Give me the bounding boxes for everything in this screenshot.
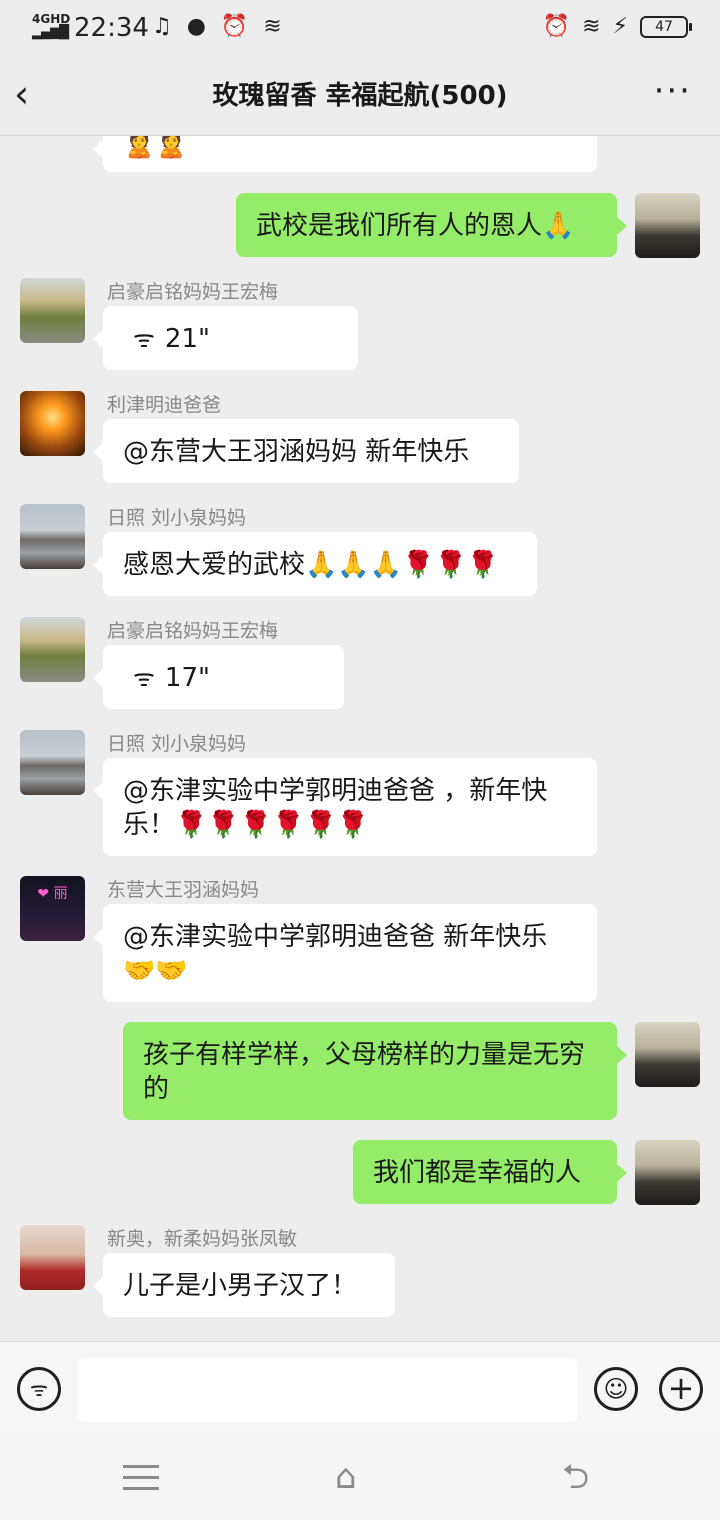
emoji-button[interactable]: ☺	[594, 1367, 638, 1411]
battery-icon: 47	[640, 16, 692, 38]
avatar[interactable]	[635, 193, 700, 258]
sender-name: 新奥，新柔妈妈张凤敏	[107, 1228, 298, 1250]
voice-wave-icon: ᯤ	[133, 325, 155, 353]
sender-name: 日照 刘小泉妈妈	[107, 507, 247, 529]
voice-toggle-icon: ᯤ	[29, 1377, 49, 1401]
voice-duration: 17"	[164, 663, 210, 693]
notification-icons: ♫ ● ⏰ ≋	[152, 14, 286, 39]
sender-name: 启豪启铭妈妈王宏梅	[107, 281, 279, 303]
charging-icon: ⚡	[612, 14, 628, 39]
status-bar: 4GHD ▂▄▆█ 22:34 ♫ ● ⏰ ≋ ⏰ ≋ ⚡ 47	[0, 0, 720, 56]
message-bubble[interactable]: 我们都是幸福的人	[353, 1140, 627, 1204]
input-bar: ᯤ ☺ +	[0, 1341, 720, 1437]
message-bubble[interactable]: 🙎🙎	[93, 136, 597, 172]
message-bubble[interactable]: @东营大王羽涵妈妈 新年快乐	[93, 419, 519, 483]
emoji-icon: ☺	[603, 1375, 629, 1403]
chat-header: ‹ 玫瑰留香 幸福起航(500) ···	[0, 56, 720, 136]
message-list[interactable]: 🙎🙎 武校是我们所有人的恩人🙏 启豪启铭妈妈王宏梅 ᯤ 21" 利津明迪爸爸 @东…	[0, 136, 720, 1341]
avatar[interactable]: ❤ 丽	[20, 876, 85, 941]
message-text: 武校是我们所有人的恩人🙏	[256, 211, 575, 241]
home-icon[interactable]: ⌂	[335, 1459, 357, 1495]
sender-name: 利津明迪爸爸	[107, 394, 222, 416]
message-text: @东营大王羽涵妈妈 新年快乐	[123, 437, 470, 467]
plus-icon: +	[667, 1369, 695, 1407]
avatar[interactable]	[20, 1225, 85, 1290]
avatar[interactable]	[20, 504, 85, 569]
plus-button[interactable]: +	[659, 1367, 703, 1411]
voice-wave-icon: ᯤ	[133, 664, 155, 692]
alarm-icon: ⏰	[542, 14, 571, 39]
back-button[interactable]: ‹	[14, 74, 54, 118]
message-text: 孩子有样学样，父母榜样的力量是无穷的	[143, 1040, 586, 1104]
message-text: 感恩大爱的武校🙏🙏🙏🌹🌹🌹	[123, 550, 500, 580]
message-input[interactable]	[78, 1358, 577, 1422]
message-text: @东津实验中学郭明迪爸爸 ，新年快乐！🌹🌹🌹🌹🌹🌹	[123, 776, 548, 840]
message-text: 儿子是小男子汉了！	[123, 1271, 358, 1301]
signal-icon: ▂▄▆█	[32, 25, 69, 40]
avatar[interactable]	[635, 1022, 700, 1087]
message-text: @东津实验中学郭明迪爸爸 新年快乐🤝🤝	[123, 922, 548, 986]
message-bubble[interactable]: 武校是我们所有人的恩人🙏	[236, 193, 627, 257]
sender-name: 日照 刘小泉妈妈	[107, 733, 247, 755]
voice-message-bubble[interactable]: ᯤ 17"	[93, 645, 344, 709]
more-dots-icon: ···	[653, 71, 692, 111]
voice-duration: 21"	[164, 324, 210, 354]
back-icon[interactable]: ⮌	[562, 1459, 589, 1495]
message-text: 我们都是幸福的人	[373, 1158, 582, 1188]
avatar[interactable]	[20, 617, 85, 682]
voice-message-bubble[interactable]: ᯤ 21"	[93, 306, 358, 370]
avatar-text: ❤ 丽	[37, 886, 68, 902]
chevron-left-icon: ‹	[14, 72, 30, 116]
wifi-icon: ≋	[582, 14, 601, 39]
avatar[interactable]	[20, 730, 85, 795]
network-indicator: 4GHD ▂▄▆█	[32, 13, 70, 39]
message-bubble[interactable]: 感恩大爱的武校🙏🙏🙏🌹🌹🌹	[93, 532, 537, 596]
message-text: 🙎🙎	[123, 136, 188, 160]
message-bubble[interactable]: @东津实验中学郭明迪爸爸 新年快乐🤝🤝	[93, 904, 597, 1002]
sender-name: 东营大王羽涵妈妈	[107, 879, 260, 901]
voice-toggle-button[interactable]: ᯤ	[17, 1367, 61, 1411]
network-type: 4GHD	[32, 12, 71, 26]
message-bubble[interactable]: @东津实验中学郭明迪爸爸 ，新年快乐！🌹🌹🌹🌹🌹🌹	[93, 758, 597, 856]
avatar[interactable]	[20, 391, 85, 456]
avatar[interactable]	[20, 278, 85, 343]
avatar[interactable]	[635, 1140, 700, 1205]
clock: 22:34	[74, 13, 149, 43]
status-right: ⏰ ≋ ⚡ 47	[542, 14, 692, 40]
sender-name: 启豪启铭妈妈王宏梅	[107, 620, 279, 642]
more-button[interactable]: ···	[654, 74, 692, 108]
system-nav-bar: ⌂ ⮌	[0, 1437, 720, 1520]
chat-title: 玫瑰留香 幸福起航(500)	[212, 81, 508, 111]
message-bubble[interactable]: 孩子有样学样，父母榜样的力量是无穷的	[123, 1022, 627, 1120]
menu-icon[interactable]	[123, 1465, 159, 1491]
message-bubble[interactable]: 儿子是小男子汉了！	[93, 1253, 395, 1317]
